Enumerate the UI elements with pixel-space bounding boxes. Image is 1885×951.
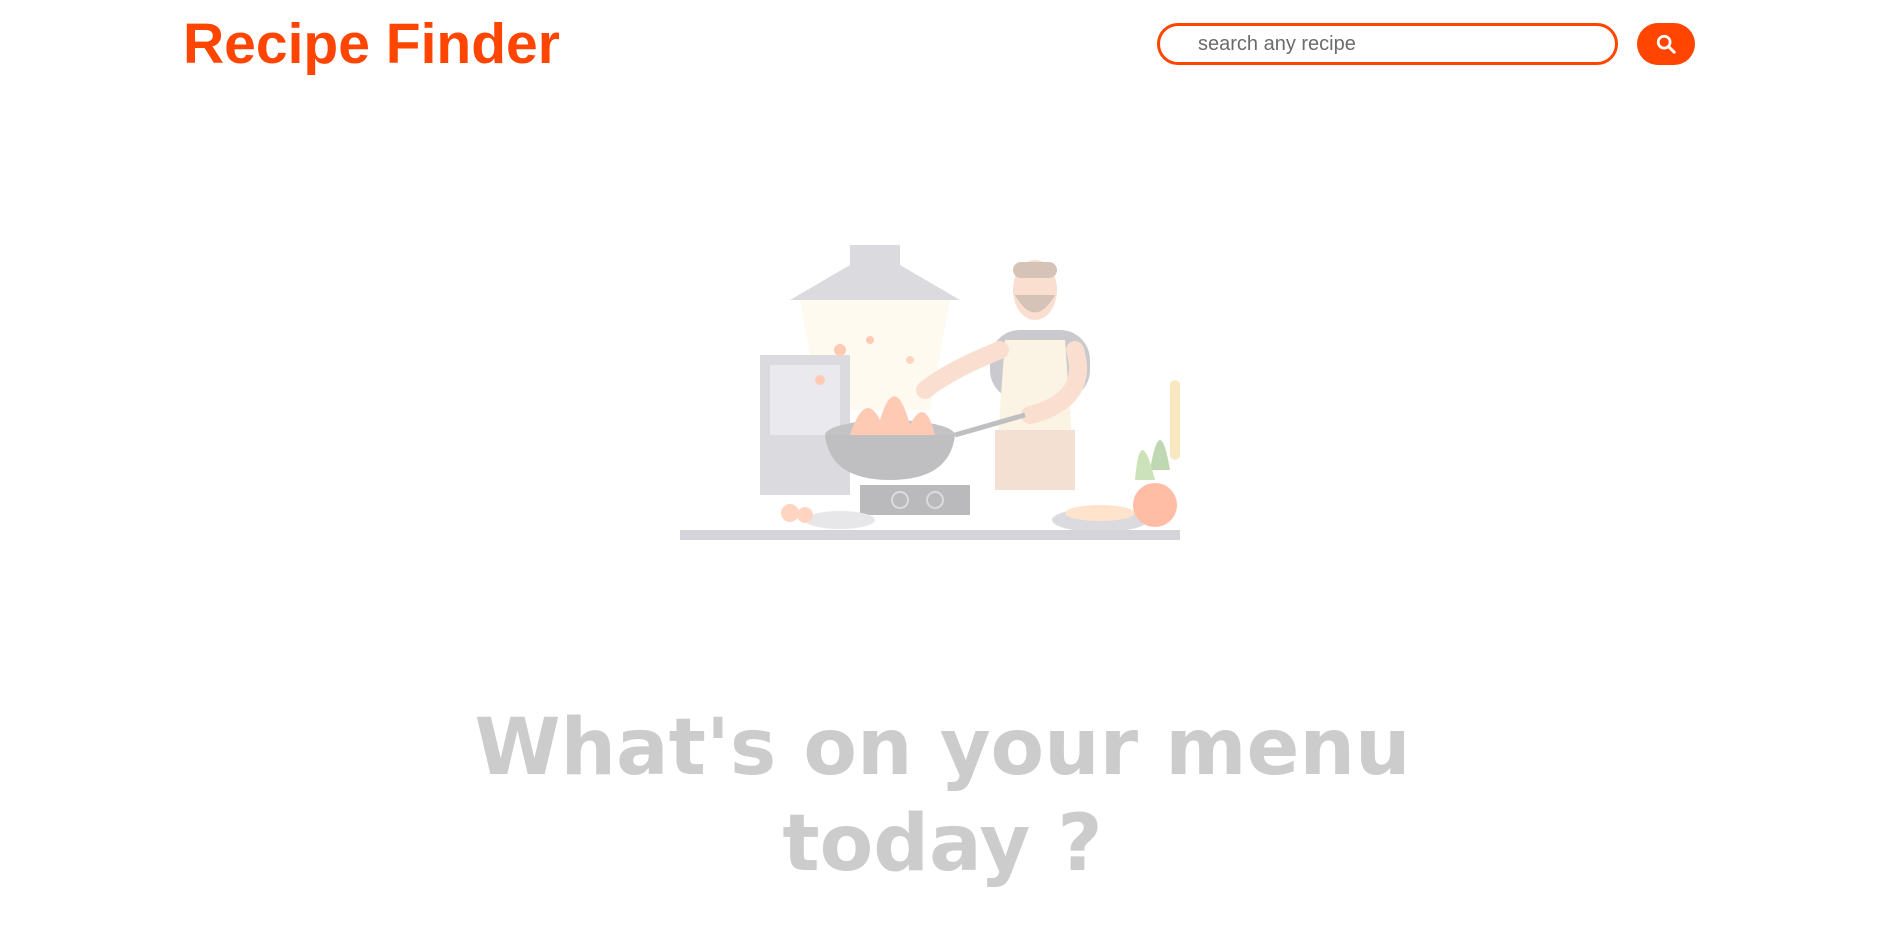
page: Recipe Finder search any recipe What's o… (0, 0, 1885, 951)
search-icon (1656, 34, 1676, 54)
hero-tagline: What's on your menu today ? (0, 700, 1885, 892)
app-logo[interactable]: Recipe Finder (183, 10, 560, 78)
search-form (1157, 23, 1695, 65)
chef-cooking-illustration (680, 245, 1180, 540)
tagline-line-2: today ? (782, 799, 1103, 889)
search-button[interactable] (1637, 23, 1695, 65)
header: Recipe Finder (0, 0, 1885, 90)
hero (0, 230, 1885, 550)
tagline-line-1: What's on your menu (474, 703, 1411, 793)
search-input[interactable] (1157, 23, 1618, 65)
